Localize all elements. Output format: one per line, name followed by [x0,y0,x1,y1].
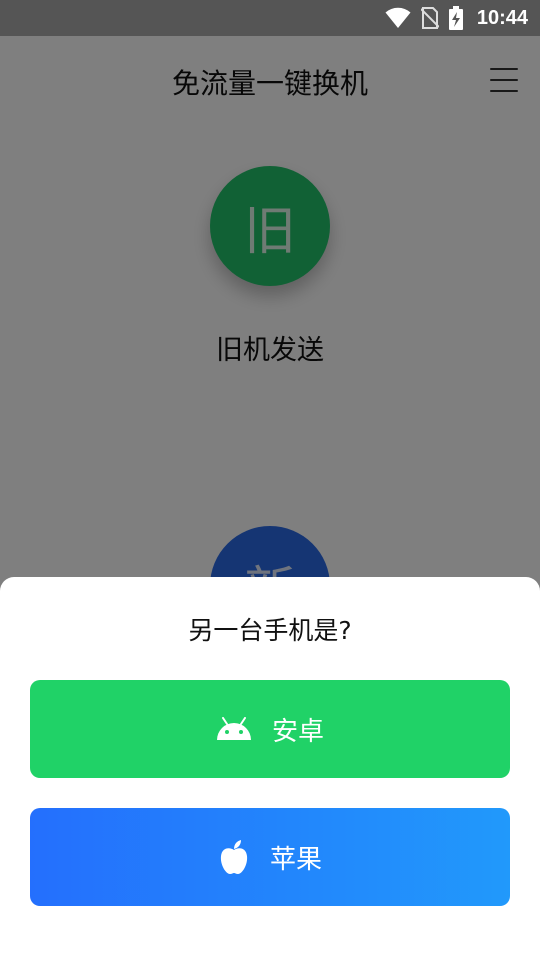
no-sim-icon [420,7,439,29]
status-bar: 10:44 [0,0,540,36]
apple-button[interactable]: 苹果 [30,808,510,906]
android-label: 安卓 [271,716,324,747]
device-type-sheet: 另一台手机是? 安卓 苹果 [0,577,540,960]
status-time: 10:44 [476,6,528,29]
apple-icon [218,839,250,875]
apple-label: 苹果 [269,844,322,875]
android-button[interactable]: 安卓 [30,680,510,778]
android-icon [216,717,252,741]
battery-charging-icon [448,6,463,30]
sheet-title: 另一台手机是? [188,616,352,645]
wifi-icon [385,7,411,29]
